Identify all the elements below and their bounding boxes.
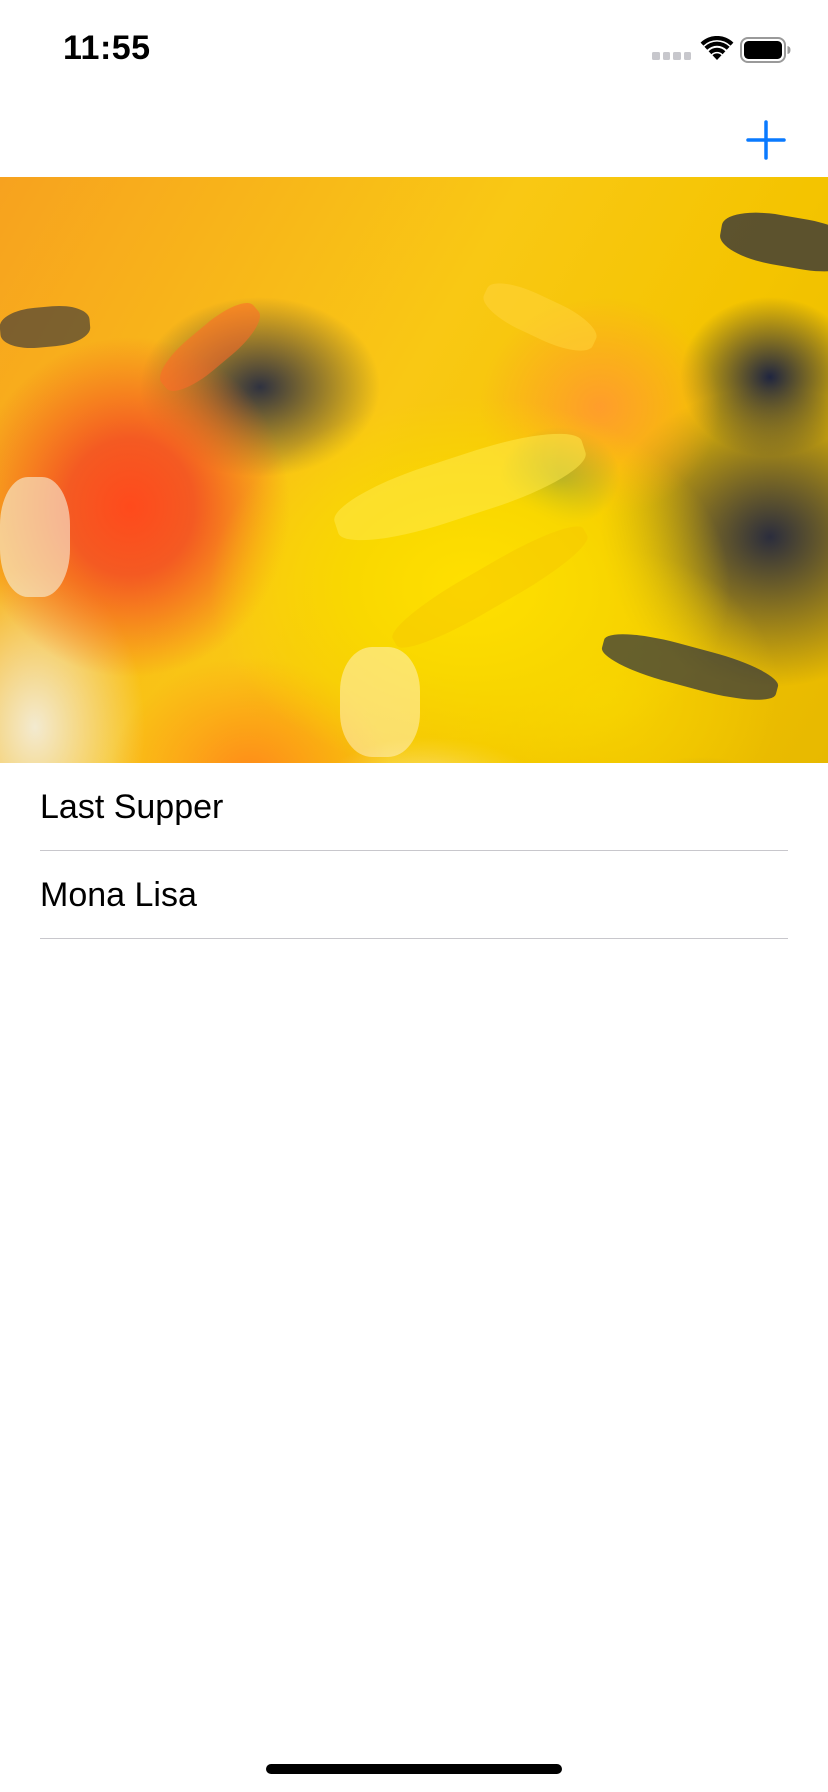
home-indicator[interactable] [266, 1764, 562, 1774]
plus-icon [746, 120, 786, 160]
artwork-list: Last Supper Mona Lisa [0, 763, 828, 939]
status-time: 11:55 [63, 29, 151, 67]
hero-painting-image [0, 177, 828, 763]
battery-icon [740, 37, 791, 63]
list-item[interactable]: Last Supper [0, 763, 828, 851]
navigation-bar [0, 100, 828, 177]
list-item-label: Mona Lisa [40, 876, 197, 914]
cellular-signal-icon [652, 52, 692, 62]
status-bar: 11:55 [0, 0, 828, 100]
row-separator [40, 938, 788, 939]
list-item[interactable]: Mona Lisa [0, 851, 828, 939]
list-item-label: Last Supper [40, 788, 224, 826]
add-button[interactable] [742, 116, 790, 164]
wifi-icon [700, 36, 734, 60]
